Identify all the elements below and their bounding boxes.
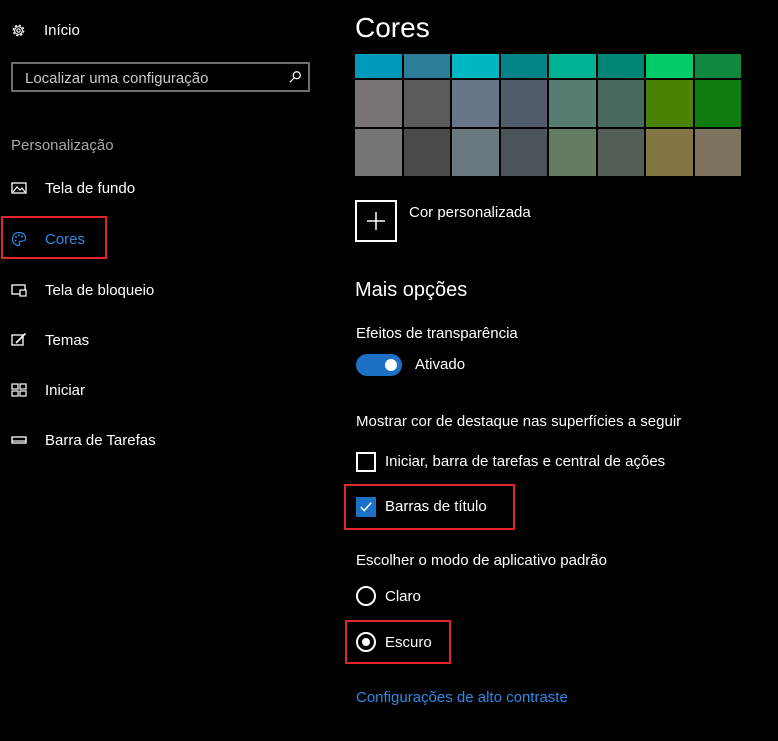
gear-icon bbox=[12, 24, 25, 36]
color-swatch[interactable] bbox=[355, 80, 402, 127]
swatch-row bbox=[355, 54, 741, 78]
search-box[interactable]: Localizar uma configuração bbox=[11, 62, 310, 92]
color-swatch[interactable] bbox=[646, 54, 693, 78]
color-swatch[interactable] bbox=[597, 80, 644, 127]
picture-icon bbox=[11, 182, 27, 194]
color-swatch[interactable] bbox=[500, 54, 547, 78]
custom-color-label[interactable]: Cor personalizada bbox=[409, 204, 531, 221]
high-contrast-link[interactable]: Configurações de alto contraste bbox=[356, 689, 568, 706]
main-panel: Cores Cor personalizada Mais opções Efei… bbox=[344, 0, 778, 741]
color-swatch[interactable] bbox=[549, 129, 596, 176]
color-swatch[interactable] bbox=[646, 80, 693, 127]
color-swatch[interactable] bbox=[355, 54, 402, 78]
sidebar-item-label: Iniciar bbox=[45, 381, 86, 399]
highlight-box bbox=[345, 620, 451, 664]
toggle-state-label: Ativado bbox=[415, 356, 466, 373]
home-link[interactable]: Início bbox=[10, 18, 80, 42]
highlight-box bbox=[344, 484, 515, 530]
color-swatch[interactable] bbox=[500, 129, 547, 176]
accent-surfaces-label: Mostrar cor de destaque nas superfícies … bbox=[356, 413, 682, 430]
color-swatch[interactable] bbox=[452, 80, 499, 127]
color-swatch[interactable] bbox=[646, 129, 693, 176]
color-swatch[interactable] bbox=[355, 129, 402, 176]
swatch-row bbox=[355, 129, 741, 176]
sidebar-item-label: Tela de fundo bbox=[45, 179, 136, 197]
app-mode-label: Escolher o modo de aplicativo padrão bbox=[356, 552, 607, 569]
themes-icon bbox=[11, 332, 27, 346]
color-swatch[interactable] bbox=[694, 129, 741, 176]
sidebar-item-label: Temas bbox=[45, 331, 90, 349]
sidebar-item-label: Barra de Tarefas bbox=[45, 431, 156, 449]
sidebar-item-tela-de-bloqueio[interactable]: Tela de bloqueio bbox=[11, 277, 311, 303]
color-swatch[interactable] bbox=[403, 54, 450, 78]
color-swatch[interactable] bbox=[549, 80, 596, 127]
light-mode-radio[interactable] bbox=[356, 586, 376, 606]
search-input[interactable]: Localizar uma configuração bbox=[25, 70, 208, 87]
page-title: Cores bbox=[355, 12, 430, 43]
color-swatch[interactable] bbox=[549, 54, 596, 78]
transparency-label: Efeitos de transparência bbox=[356, 325, 518, 342]
sidebar-item-label: Tela de bloqueio bbox=[45, 281, 155, 299]
home-label: Início bbox=[44, 21, 80, 39]
color-swatch[interactable] bbox=[500, 80, 547, 127]
highlight-box bbox=[1, 216, 107, 259]
color-swatch[interactable] bbox=[597, 54, 644, 78]
sidebar-item-barra-de-tarefas[interactable]: Barra de Tarefas bbox=[11, 427, 311, 453]
toggle-knob bbox=[385, 359, 397, 371]
transparency-toggle[interactable] bbox=[356, 354, 402, 376]
color-swatch[interactable] bbox=[452, 54, 499, 78]
sidebar-item-temas[interactable]: Temas bbox=[11, 327, 311, 353]
light-mode-label[interactable]: Claro bbox=[385, 588, 421, 605]
sidebar: Início Localizar uma configuração Person… bbox=[0, 0, 330, 741]
more-options-heading: Mais opções bbox=[355, 279, 468, 301]
plus-icon bbox=[367, 212, 385, 230]
lock-screen-icon bbox=[11, 284, 27, 297]
sidebar-item-tela-de-fundo[interactable]: Tela de fundo bbox=[11, 175, 311, 201]
color-swatch[interactable] bbox=[694, 80, 741, 127]
custom-color-button[interactable] bbox=[355, 200, 397, 242]
taskbar-icon bbox=[11, 436, 27, 444]
color-swatch[interactable] bbox=[597, 129, 644, 176]
swatch-row bbox=[355, 80, 741, 127]
start-icon bbox=[11, 383, 27, 397]
start-taskbar-checkbox[interactable] bbox=[356, 452, 376, 472]
color-swatch-grid bbox=[355, 54, 741, 178]
section-heading: Personalização bbox=[11, 137, 114, 154]
start-taskbar-checkbox-label[interactable]: Iniciar, barra de tarefas e central de a… bbox=[385, 453, 665, 470]
color-swatch[interactable] bbox=[452, 129, 499, 176]
color-swatch[interactable] bbox=[694, 54, 741, 78]
color-swatch[interactable] bbox=[403, 129, 450, 176]
search-icon[interactable] bbox=[288, 70, 302, 84]
color-swatch[interactable] bbox=[403, 80, 450, 127]
sidebar-item-iniciar[interactable]: Iniciar bbox=[11, 377, 311, 403]
